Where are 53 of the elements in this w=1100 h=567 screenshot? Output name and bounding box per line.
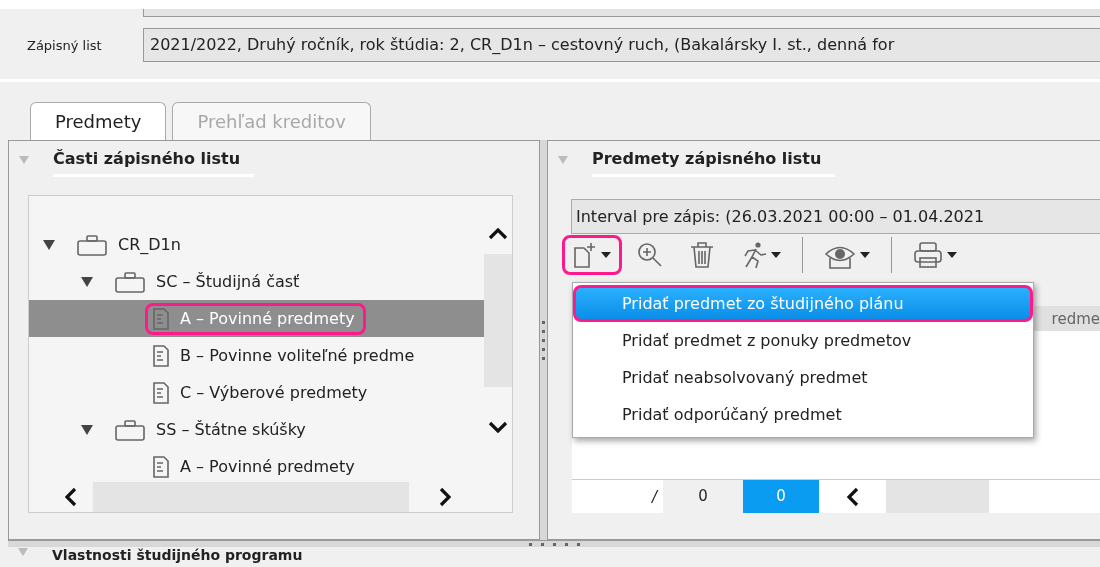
case-icon (76, 233, 108, 256)
tree-item[interactable]: SC – Študijná časť (29, 263, 484, 300)
document-icon (152, 307, 170, 330)
scroll-thumb[interactable] (484, 254, 512, 387)
add-document-icon (573, 242, 597, 268)
tree-label: SS – Štátne skúšky (156, 420, 306, 439)
column-header: redme (1051, 309, 1100, 328)
splitter-handle[interactable] (8, 541, 1100, 547)
panel-title: Vlastnosti študijného programu (52, 548, 304, 563)
case-icon (114, 418, 146, 441)
tree-label: A – Povinné predmety (180, 457, 355, 476)
collapse-triangle-icon (18, 547, 28, 557)
field-label: Zápisný list (27, 37, 103, 53)
panel-title: Časti zápisného listu (53, 149, 255, 177)
caret-icon (860, 252, 870, 258)
tree-label: CR_D1n (118, 235, 181, 254)
chevron-left-icon (65, 487, 77, 507)
caret-icon (771, 252, 781, 258)
splitter-handle[interactable] (540, 140, 547, 540)
enrollment-field[interactable]: 2021/2022, Druhý ročník, rok štúdia: 2, CR_D1n – cestovný ruch, (Bakalársky I. st., denná for (143, 28, 1100, 62)
document-icon (152, 381, 170, 404)
caret-icon (601, 252, 611, 258)
scroll-thumb[interactable] (93, 482, 409, 512)
collapse-triangle-icon (558, 155, 568, 165)
tree-item[interactable]: CR_D1n (29, 226, 484, 263)
tree-label: B – Povinne voliteľné predme (180, 346, 415, 365)
interval-field: Interval pre zápis: (26.03.2021 00:00 – 01.04.2021 (571, 199, 1100, 234)
caret-icon (947, 252, 957, 258)
chevron-right-icon (439, 487, 451, 507)
tree-item[interactable]: SS – Štátne skúšky (29, 411, 484, 448)
page-count: 0 (663, 480, 743, 513)
tab[interactable]: Predmety (30, 102, 167, 140)
text-field[interactable] (143, 9, 1100, 17)
tree-item[interactable]: B – Povinne voliteľné predme (29, 337, 484, 374)
collapse-triangle-icon (19, 155, 29, 165)
document-icon (152, 455, 170, 478)
case-icon (114, 270, 146, 293)
tree-item[interactable]: C – Výberové predmety (29, 374, 484, 411)
tree-label: SC – Študijná časť (156, 272, 300, 291)
tree-label: C – Výberové predmety (180, 383, 368, 402)
tree-item[interactable]: A – Povinné predmety (29, 448, 484, 482)
tree-label: A – Povinné predmety (180, 309, 355, 328)
chevron-left-icon (846, 486, 859, 507)
zoom-in-icon (637, 242, 663, 268)
document-icon (152, 344, 170, 367)
pager-separator: / (652, 487, 660, 506)
printer-icon (913, 241, 943, 269)
panel-title: Predmety zápisného listu (592, 149, 836, 177)
chevron-down-icon (488, 421, 508, 433)
trash-icon (689, 241, 715, 269)
chevron-up-icon (488, 228, 508, 240)
running-figure-icon (741, 241, 767, 269)
toolbar-button[interactable] (562, 235, 622, 275)
